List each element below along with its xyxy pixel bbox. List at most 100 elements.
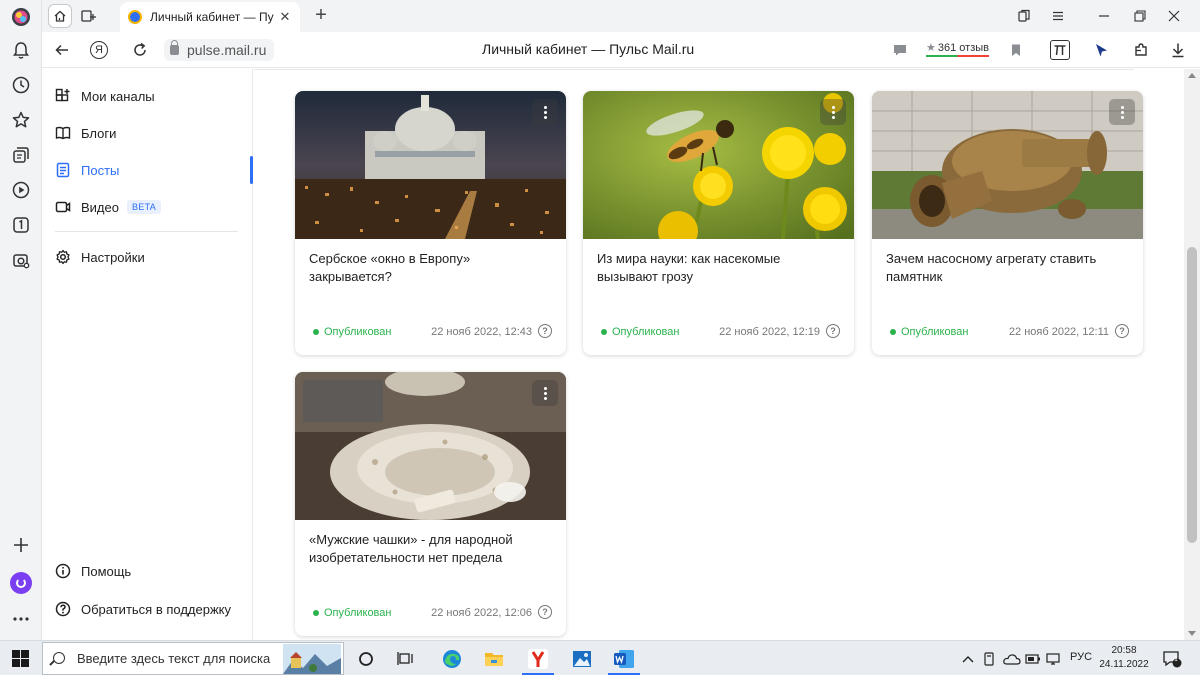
scroll-down-arrow-icon[interactable] — [1188, 631, 1196, 636]
notifications-center-icon[interactable]: 1 — [1160, 647, 1184, 671]
add-panel-plus-icon[interactable] — [7, 531, 35, 559]
active-indicator — [250, 156, 253, 184]
collections-icon[interactable] — [7, 141, 35, 169]
help-question-icon[interactable]: ? — [538, 605, 552, 619]
tab-active[interactable]: Личный кабинет — Пу ✕ — [120, 2, 300, 32]
post-date: 22 нояб 2022, 12:06 — [431, 607, 532, 619]
profile-avatar[interactable] — [7, 3, 35, 31]
sidebar-item-label: Настройки — [81, 249, 145, 265]
photos-app-icon[interactable] — [570, 647, 594, 671]
help-question-icon[interactable]: ? — [826, 324, 840, 338]
sidebar-item-support[interactable]: Обратиться в поддержку — [55, 597, 231, 621]
close-window-icon[interactable] — [1162, 4, 1186, 28]
url-text: pulse.mail.ru — [187, 42, 267, 58]
search-highlight-illustration-icon — [283, 644, 341, 674]
sidebar-item-label: Обратиться в поддержку — [81, 601, 231, 617]
reviews-rating[interactable]: ★ 361 отзыв — [926, 41, 990, 57]
sidebar-item-blogs[interactable]: Блоги — [55, 121, 116, 145]
yandex-icon[interactable]: Я — [90, 41, 108, 59]
post-card[interactable]: Зачем насосному агрегату ставить памятни… — [872, 91, 1143, 355]
cortana-circle-icon[interactable] — [354, 647, 378, 671]
sidebar-item-settings[interactable]: Настройки — [55, 245, 145, 269]
new-tab-plus-icon[interactable]: + — [310, 4, 332, 26]
menu-hamburger-icon[interactable] — [1046, 4, 1070, 28]
battery-icon[interactable] — [1024, 647, 1042, 671]
rating-count: 361 — [937, 42, 957, 54]
file-explorer-folder-icon[interactable] — [482, 647, 506, 671]
sidebar-item-video[interactable]: Видео BETA — [55, 195, 162, 219]
notifications-bell-icon[interactable] — [7, 36, 35, 64]
edge-browser-icon[interactable] — [440, 647, 464, 671]
scroll-thumb[interactable] — [1187, 247, 1197, 543]
video-play-icon[interactable] — [7, 176, 35, 204]
rating-star-icon: ★ — [926, 42, 936, 54]
search-icon — [53, 652, 65, 664]
cup-photo — [295, 372, 566, 520]
bookmarks-star-icon[interactable] — [7, 106, 35, 134]
puzzle-extensions-icon[interactable] — [1129, 38, 1153, 62]
card-menu-kebab-icon[interactable] — [820, 99, 846, 125]
cursor-extension-icon[interactable] — [1089, 38, 1113, 62]
address-bar: Я pulse.mail.ru Личный кабинет — Пульс M… — [42, 32, 1200, 68]
network-icon[interactable] — [1044, 647, 1062, 671]
post-title[interactable]: «Мужские чашки» - для народной изобретат… — [309, 531, 549, 567]
post-title[interactable]: Из мира науки: как насекомые вызывают гр… — [597, 250, 837, 286]
post-status: Опубликован — [313, 607, 391, 619]
page-scrollbar[interactable] — [1184, 69, 1200, 640]
rating-label: отзыв — [959, 42, 990, 54]
reload-icon[interactable] — [128, 38, 152, 62]
post-card[interactable]: «Мужские чашки» - для народной изобретат… — [295, 372, 566, 636]
language-indicator[interactable]: РУС — [1070, 651, 1092, 663]
post-title[interactable]: Сербское «окно в Европу» закрывается? — [309, 250, 549, 286]
tab-manager-icon[interactable] — [1012, 4, 1036, 28]
post-status: Опубликован — [601, 326, 679, 338]
url-field[interactable]: pulse.mail.ru — [164, 39, 275, 61]
card-menu-kebab-icon[interactable] — [532, 380, 558, 406]
back-arrow-icon[interactable] — [50, 38, 74, 62]
yandex-browser-icon[interactable] — [526, 647, 550, 671]
book-icon — [55, 125, 71, 141]
onedrive-cloud-icon[interactable] — [1002, 647, 1022, 671]
sidebar-item-help[interactable]: Помощь — [55, 559, 131, 583]
page-title: Личный кабинет — Пульс Mail.ru — [482, 41, 695, 57]
pi-extension-icon[interactable] — [1050, 40, 1070, 60]
bookmark-flag-icon[interactable] — [1004, 38, 1028, 62]
sidebar-item-label: Мои каналы — [81, 88, 155, 104]
tab-title: Личный кабинет — Пу — [150, 10, 274, 24]
more-dots-icon[interactable] — [7, 605, 35, 633]
post-status: Опубликован — [890, 326, 968, 338]
download-arrow-icon[interactable] — [1166, 38, 1190, 62]
help-question-icon[interactable]: ? — [538, 324, 552, 338]
post-card[interactable]: Сербское «окно в Европу» закрывается? Оп… — [295, 91, 566, 355]
tray-chevron-up-icon[interactable] — [960, 647, 976, 671]
minimize-icon[interactable] — [1092, 4, 1116, 28]
post-card[interactable]: Из мира науки: как насекомые вызывают гр… — [583, 91, 854, 355]
post-date: 22 нояб 2022, 12:19 — [719, 326, 820, 338]
help-question-icon[interactable]: ? — [1115, 324, 1129, 338]
chat-bubble-icon[interactable] — [888, 38, 912, 62]
sidebar-item-posts[interactable]: Посты — [55, 158, 119, 182]
camera-gallery-icon[interactable] — [7, 246, 35, 274]
tab-groups-icon[interactable] — [76, 4, 100, 28]
card-menu-kebab-icon[interactable] — [1109, 99, 1135, 125]
home-icon[interactable] — [48, 4, 72, 28]
sidebar-item-label: Видео — [81, 199, 119, 215]
pump-photo — [872, 91, 1143, 239]
scroll-up-arrow-icon[interactable] — [1188, 73, 1196, 78]
taskbar-search-input[interactable]: Введите здесь текст для поиска — [42, 642, 344, 675]
cathedral-photo — [295, 91, 566, 239]
counter-one-icon[interactable] — [7, 211, 35, 239]
post-title[interactable]: Зачем насосному агрегату ставить памятни… — [886, 250, 1126, 286]
tray-device-icon[interactable] — [980, 647, 998, 671]
restore-window-icon[interactable] — [1128, 4, 1152, 28]
tab-close-icon[interactable]: ✕ — [278, 9, 292, 25]
sidebar-item-my-channels[interactable]: Мои каналы — [55, 84, 155, 108]
task-view-icon[interactable] — [394, 647, 418, 671]
clock[interactable]: 20:58 24.11.2022 — [1096, 644, 1152, 672]
card-menu-kebab-icon[interactable] — [532, 99, 558, 125]
question-icon — [55, 601, 71, 617]
word-app-icon[interactable] — [612, 647, 636, 671]
windows-start-icon[interactable] — [12, 650, 29, 667]
history-clock-icon[interactable] — [7, 71, 35, 99]
alice-assistant-icon[interactable] — [10, 572, 32, 594]
